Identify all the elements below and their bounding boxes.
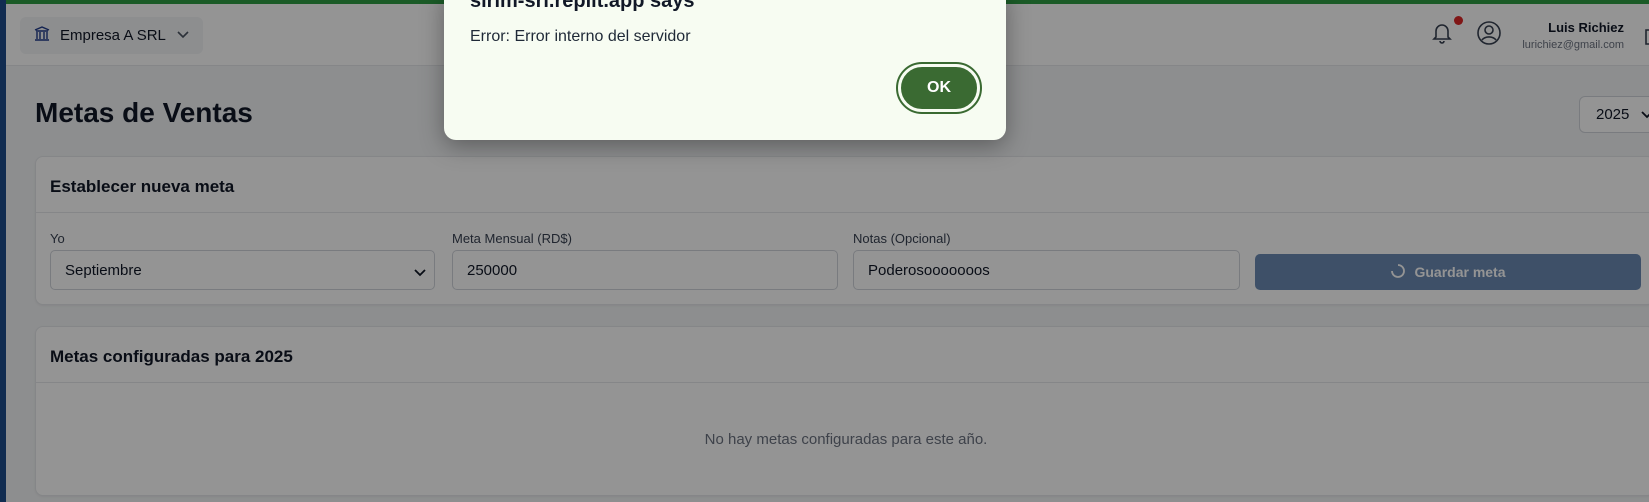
dialog-message: Error: Error interno del servidor (470, 28, 691, 45)
dialog-title: sirim-srl.replit.app says (470, 0, 695, 12)
ok-button[interactable]: OK (896, 62, 982, 114)
alert-dialog: sirim-srl.replit.app says Error: Error i… (444, 0, 1006, 140)
